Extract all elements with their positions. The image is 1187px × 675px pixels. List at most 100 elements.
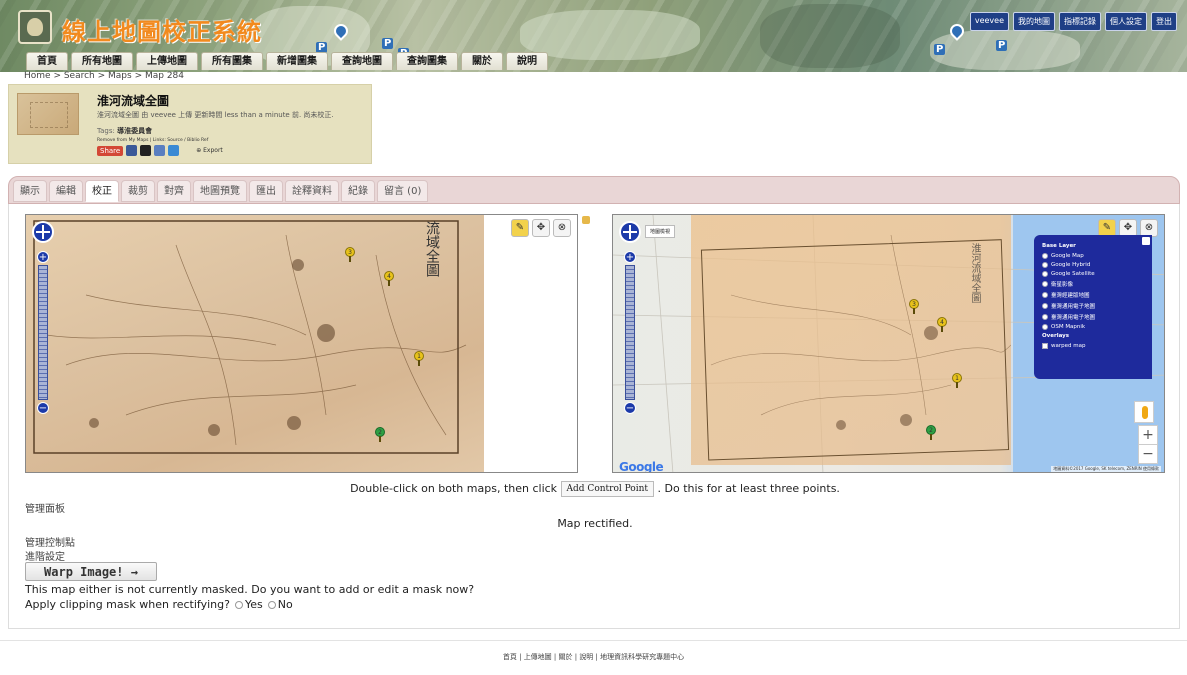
tab-crop[interactable]: 裁剪 — [121, 180, 155, 202]
pan-control-icon[interactable] — [619, 221, 641, 243]
user-link-activity[interactable]: 指標記錄 — [1059, 12, 1101, 31]
layer-option[interactable]: 臺灣通用電子地圖 — [1042, 313, 1144, 321]
nav-search-maps[interactable]: 查詢地圖 — [331, 52, 393, 70]
footer-link-home[interactable]: 首頁 — [503, 653, 517, 661]
share-button[interactable]: Share — [97, 145, 124, 156]
control-point-4[interactable]: 4 — [937, 317, 947, 332]
street-view-icon[interactable] — [1134, 401, 1154, 423]
user-link-my-maps[interactable]: 我的地圖 — [1013, 12, 1055, 31]
nav-help[interactable]: 說明 — [506, 52, 548, 70]
map-stain — [900, 414, 912, 426]
lock-icon[interactable] — [582, 216, 590, 224]
navigate-icon[interactable]: ⊗ — [553, 219, 571, 237]
footer-link-center[interactable]: 地理資訊科學研究專題中心 — [600, 653, 684, 661]
pan-control-icon[interactable] — [32, 221, 54, 243]
move-icon[interactable]: ✥ — [532, 219, 550, 237]
layer-option[interactable]: Google Map — [1042, 253, 1144, 259]
basemap-label[interactable]: 地圖檢視 — [645, 225, 676, 238]
google-zoom-out-icon[interactable]: − — [1138, 444, 1158, 464]
source-map-image[interactable]: 流域全圖 — [26, 215, 484, 472]
clip-yes-label[interactable]: Yes — [245, 598, 263, 611]
control-point-2[interactable]: 2 — [375, 427, 385, 442]
control-point-1[interactable]: 1 — [952, 373, 962, 388]
map-thumbnail[interactable] — [17, 93, 79, 135]
nav-new-layer[interactable]: 新增圖集 — [266, 52, 328, 70]
tab-metadata[interactable]: 詮釋資料 — [285, 180, 339, 202]
source-map-title: 流域全圖 — [424, 221, 440, 277]
footer-link-about[interactable]: 關於 — [559, 653, 573, 661]
source-map-viewer[interactable]: 流域全圖 3 4 1 2 + − ✎ ✥ ⊗ — [25, 214, 578, 473]
user-link-profile[interactable]: veevee — [969, 12, 1009, 31]
twitter-icon[interactable] — [140, 145, 152, 156]
reference-map-viewer[interactable]: 淮河流域全圖 3 4 1 2 地圖檢視 + − ✎ ✥ ⊗ Base Layer… — [612, 214, 1165, 473]
zoom-out-icon[interactable]: − — [624, 402, 636, 414]
nav-about[interactable]: 關於 — [461, 52, 503, 70]
export-link[interactable]: ⊕ Export — [196, 147, 223, 154]
map-links[interactable]: Remove from My Maps | Links: Source / Bi… — [97, 138, 208, 143]
google-zoom-in-icon[interactable]: + — [1138, 425, 1158, 445]
control-point-3[interactable]: 3 — [909, 299, 919, 314]
tag-link[interactable]: 導淮委員會 — [117, 127, 152, 135]
map-stain — [208, 424, 220, 436]
breadcrumb[interactable]: Home > Search > Maps > Map 284 — [24, 71, 184, 81]
site-title[interactable]: 線上地圖校正系統 — [62, 12, 262, 47]
user-link-logout[interactable]: 登出 — [1151, 12, 1177, 31]
zoom-in-icon[interactable]: + — [624, 251, 636, 263]
control-point-2[interactable]: 2 — [926, 425, 936, 440]
google-logo[interactable]: Google — [619, 460, 664, 472]
zoom-in-icon[interactable]: + — [37, 251, 49, 263]
tab-history[interactable]: 紀錄 — [341, 180, 375, 202]
radio-icon — [1042, 253, 1048, 259]
tab-export[interactable]: 匯出 — [249, 180, 283, 202]
tab-show[interactable]: 顯示 — [13, 180, 47, 202]
email-icon[interactable] — [154, 145, 166, 156]
tab-preview[interactable]: 地圖預覽 — [193, 180, 247, 202]
bookmark-icon[interactable] — [168, 145, 180, 156]
add-control-point-button[interactable]: Add Control Point — [560, 481, 655, 497]
layer-option[interactable]: 臺灣經建版地圖 — [1042, 291, 1144, 299]
control-point-3[interactable]: 3 — [345, 247, 355, 262]
user-link-settings[interactable]: 個人設定 — [1105, 12, 1147, 31]
zoom-slider[interactable] — [38, 265, 48, 400]
road-line — [652, 215, 674, 472]
map-line — [45, 334, 277, 346]
advanced-settings-toggle[interactable]: 進階設定 — [25, 548, 65, 563]
clip-no-label[interactable]: No — [278, 598, 293, 611]
site-logo[interactable] — [18, 10, 52, 44]
layer-option[interactable]: 臺灣通用電子地圖 — [1042, 302, 1144, 310]
layer-option[interactable]: OSM Mapnik — [1042, 324, 1144, 330]
edit-point-icon[interactable]: ✎ — [511, 219, 529, 237]
layer-option-label: Google Map — [1051, 253, 1084, 259]
clip-yes-radio[interactable] — [234, 600, 243, 609]
nav-search-layers[interactable]: 查詢圖集 — [396, 52, 458, 70]
footer-link-upload[interactable]: 上傳地圖 — [524, 653, 552, 661]
tab-align[interactable]: 對齊 — [157, 180, 191, 202]
minimize-icon[interactable] — [1142, 237, 1150, 245]
manage-control-points-toggle[interactable]: 管理控制點 — [25, 534, 75, 549]
control-point-1[interactable]: 1 — [414, 351, 424, 366]
layer-option[interactable]: Google Satellite — [1042, 271, 1144, 277]
layer-option[interactable]: Google Hybrid — [1042, 262, 1144, 268]
admin-panel-toggle[interactable]: 管理面板 — [25, 500, 65, 515]
tab-edit[interactable]: 編輯 — [49, 180, 83, 202]
nav-home[interactable]: 首頁 — [26, 52, 68, 70]
map-stain — [924, 326, 938, 340]
facebook-icon[interactable] — [126, 145, 138, 156]
nav-upload-map[interactable]: 上傳地圖 — [136, 52, 198, 70]
nav-all-layers[interactable]: 所有圖集 — [201, 52, 263, 70]
map-attribution[interactable]: 地圖資料©2017 Google, SK telecom, ZENRIN 使用條… — [1051, 466, 1161, 472]
nav-all-maps[interactable]: 所有地圖 — [71, 52, 133, 70]
overlay-option[interactable]: warped map — [1042, 343, 1144, 349]
map-stain — [317, 324, 335, 342]
footer-link-help[interactable]: 說明 — [579, 653, 593, 661]
zoom-out-icon[interactable]: − — [37, 402, 49, 414]
map-line — [85, 294, 307, 336]
tab-rectify[interactable]: 校正 — [85, 180, 119, 202]
zoom-slider[interactable] — [625, 265, 635, 400]
clip-no-radio[interactable] — [267, 600, 276, 609]
banner-patch — [760, 4, 900, 68]
control-point-4[interactable]: 4 — [384, 271, 394, 286]
warp-image-button[interactable]: Warp Image! → — [25, 562, 157, 581]
layer-option[interactable]: 衛星影像 — [1042, 280, 1144, 288]
tab-comments[interactable]: 留言 (0) — [377, 180, 429, 202]
